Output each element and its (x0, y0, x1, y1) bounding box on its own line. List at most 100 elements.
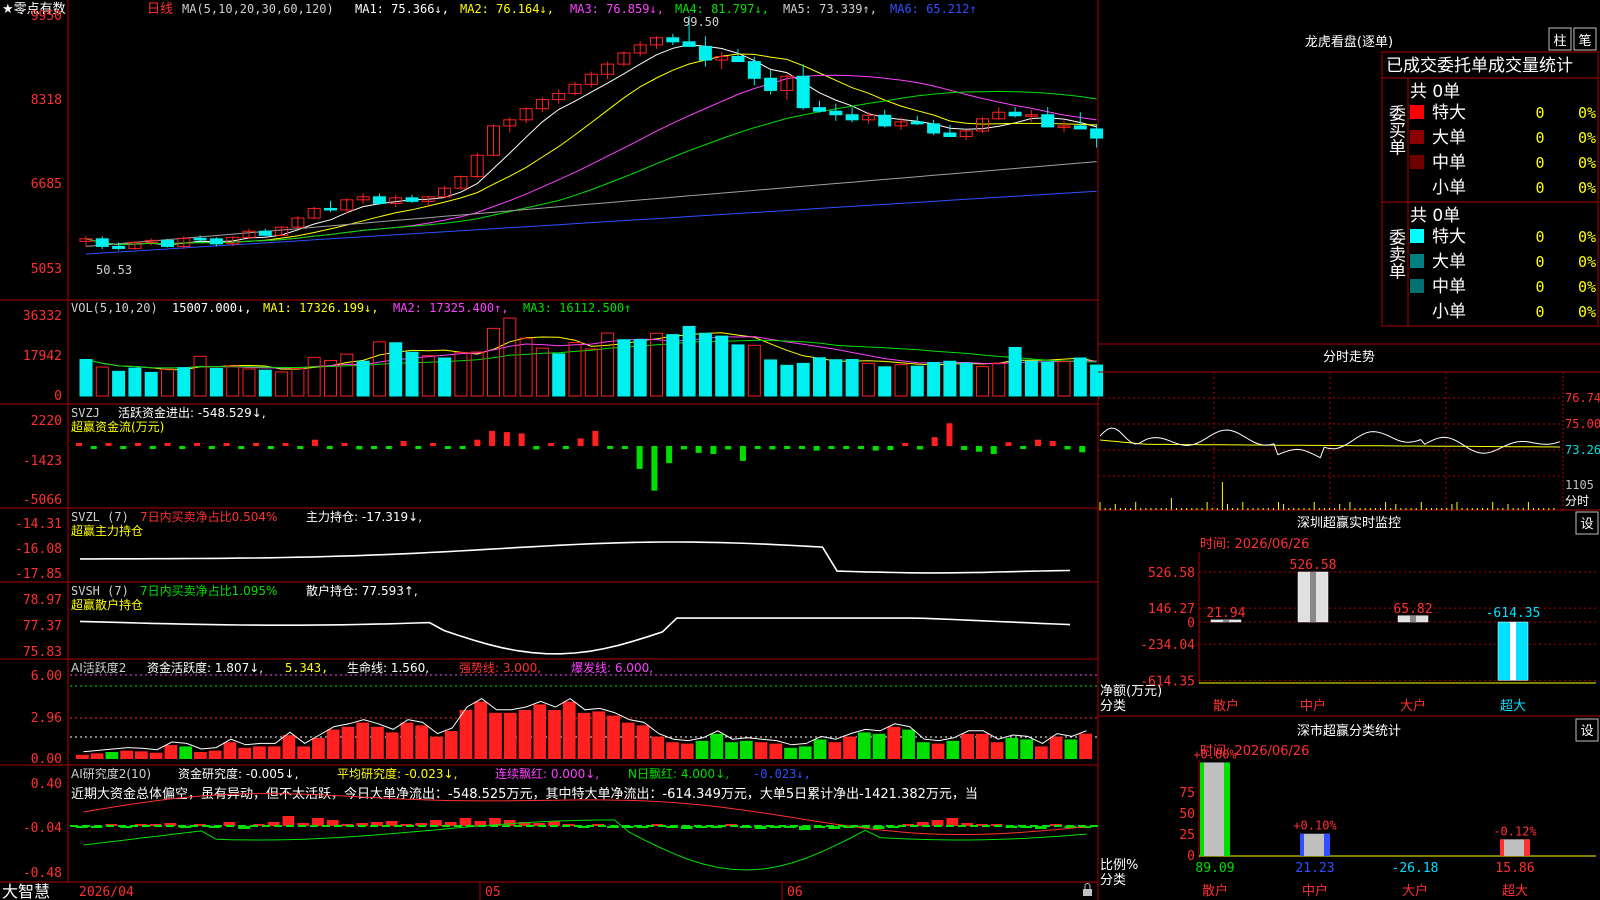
ai-activity-bar (739, 740, 753, 759)
ai-activity-bar (267, 746, 281, 759)
ai-activity-bar (430, 736, 443, 759)
svzj-bar (105, 443, 112, 446)
lock-icon[interactable] (1083, 883, 1092, 897)
sz-monitor-ytick: -234.04 (1140, 638, 1195, 653)
ma-line-4 (85, 90, 1097, 246)
period-label[interactable]: 日线 (147, 2, 173, 17)
svzj-bar (208, 446, 215, 449)
svsh-panel: SVSH (7) 7日内买卖净占比1.095% 散户持仓: 77.593↑, 超… (23, 583, 1071, 660)
volume-bar (633, 339, 647, 397)
dragon-header: 已成交委托单成交量统计 (1386, 56, 1573, 76)
svzj-bar (710, 446, 717, 455)
volume-bar (291, 368, 305, 397)
sz-monitor-category: 大户 (1400, 698, 1426, 714)
sz-monitor-value-label: 65.82 (1393, 602, 1432, 617)
ai-activity-bar (489, 712, 502, 759)
volume-bar (193, 355, 207, 397)
ai2-l1: 资金研究度: -0.005↓, (178, 766, 298, 781)
svzj-bar (444, 446, 451, 449)
candle-body (731, 56, 745, 63)
svzj-bar (887, 446, 894, 451)
ai-activity-bar (651, 736, 665, 759)
ai-activity-bar (562, 701, 576, 759)
intraday-ytick-0: 76.74 (1565, 391, 1600, 405)
ai-activity-bar (916, 742, 930, 759)
ai2-l5: -0.023↓, (753, 767, 811, 781)
volume-bar (258, 369, 272, 397)
volume-bar (356, 360, 370, 397)
svsh-pct: 7日内买卖净占比1.095% (140, 583, 277, 598)
svsh-label: 散户持仓: 77.593↑, (306, 583, 418, 598)
high-label: 99.50 (683, 15, 719, 29)
dragon-row-count: 0 (1535, 129, 1544, 147)
volume-bar (275, 371, 289, 397)
sz-monitor-value-label: 526.58 (1290, 558, 1337, 573)
ai1-l4: 强势线: 3.000, (459, 661, 541, 675)
dragon-swatch (1410, 105, 1424, 119)
ma-line-6 (85, 190, 1097, 255)
candle-body (845, 114, 859, 121)
svsh-header: SVSH (7) (71, 584, 129, 598)
volume-bar (503, 317, 517, 397)
sz-monitor-bar-highlight (1510, 622, 1516, 681)
dragon-row-count: 0 (1535, 303, 1544, 321)
ai-activity-bar (90, 753, 104, 759)
svzl-panel: SVZL (7) 7日内买卖净占比0.504% 主力持仓: -17.319↓, … (15, 509, 1071, 582)
svzj-bar (695, 446, 702, 453)
ai-activity-bar (503, 712, 517, 759)
ai-activity-bar (76, 754, 89, 759)
ai-activity-bar (872, 733, 886, 759)
volume-bar (992, 362, 1006, 397)
dragon-row-pct: 0% (1578, 129, 1596, 147)
sz-class-value: -26.18 (1392, 861, 1439, 876)
ytick-ai1-1: 2.96 (31, 711, 62, 726)
sz-class-pct-label: -0.12% (1493, 824, 1537, 838)
ytick-svzj-2: -5066 (23, 493, 62, 508)
stock-chart-screen: ★零点有数 日线 MA(5,10,20,30,60,120) MA1: 75.3… (0, 0, 1600, 900)
volume-bar (976, 366, 989, 397)
ai-activity-bar (400, 722, 414, 759)
dragon-swatch (1410, 155, 1424, 169)
sz-class-category: 中户 (1302, 883, 1328, 899)
ytick-svsh-2: 75.83 (23, 645, 62, 660)
candle-body (878, 114, 892, 127)
ai-activity-bar (577, 712, 591, 759)
ai-research-bar (946, 818, 959, 826)
ytick-svsh-0: 78.97 (23, 593, 62, 608)
volume-bar (161, 368, 174, 397)
svzj-bar (238, 446, 245, 449)
sz-class-ytick-2: 25 (1179, 828, 1195, 843)
ai-activity-bar (120, 750, 134, 759)
dragon-row-label: 大单 (1432, 128, 1466, 148)
dragon-row-label: 特大 (1432, 227, 1466, 247)
svzj-bar (990, 446, 997, 455)
ai-activity-bar (769, 743, 783, 759)
sz-monitor-category: 散户 (1213, 698, 1239, 714)
svzl-label: 主力持仓: -17.319↓, (306, 509, 422, 524)
candle-body (829, 110, 843, 116)
volume-bar (1057, 361, 1071, 397)
svzj-bar (828, 446, 835, 449)
ytick-vol-1: 17942 (23, 349, 62, 364)
buy-label: 委买单 (1385, 104, 1406, 155)
volume-bar (372, 341, 386, 397)
ytick-ai1-2: 0.00 (31, 752, 62, 767)
ytick-main-0: 9950 (31, 9, 62, 24)
intraday-panel: 分时走势 76.74 75.00 73.26 1105 分时 (1098, 349, 1600, 510)
candle-body (698, 45, 712, 61)
svzj-bar (179, 446, 186, 449)
sz-class-value: 89.09 (1195, 861, 1234, 876)
sell-label: 委卖单 (1385, 228, 1406, 279)
ai-activity-bar (902, 729, 915, 759)
sz-class-category: 大户 (1402, 883, 1428, 899)
sz-monitor-settings-label: 设 (1580, 517, 1593, 532)
volume-bar (128, 367, 142, 397)
svzj-bar (739, 446, 746, 461)
dragon-swatch (1410, 279, 1424, 293)
dragon-row-label: 中单 (1432, 277, 1466, 297)
volume-bar (845, 359, 859, 397)
vol-ma2: MA2: 17325.400↑, (393, 301, 509, 315)
svzj-bar (946, 423, 953, 446)
volume-bar (796, 362, 810, 397)
dragon-row-pct: 0% (1578, 228, 1596, 246)
